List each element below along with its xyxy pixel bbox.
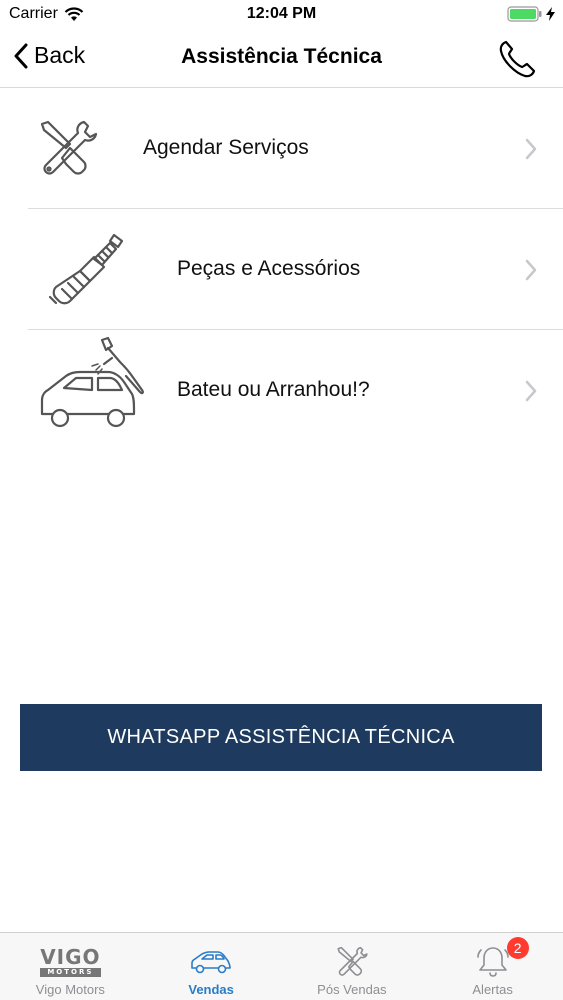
menu-item-label: Bateu ou Arranhou!?: [177, 378, 370, 401]
tab-alertas[interactable]: Alertas 2: [422, 933, 563, 1000]
tab-label: Alertas: [472, 982, 513, 997]
chevron-right-icon: [525, 138, 537, 159]
tab-vendas[interactable]: Vendas: [141, 933, 282, 1000]
whatsapp-button-label: WHATSAPP ASSISTÊNCIA TÉCNICA: [107, 726, 455, 748]
whatsapp-assistance-button[interactable]: WHATSAPP ASSISTÊNCIA TÉCNICA: [20, 704, 542, 771]
page-title: Assistência Técnica: [181, 45, 382, 68]
phone-button[interactable]: [497, 38, 539, 85]
bell-icon: [476, 947, 509, 977]
tab-label: Vigo Motors: [35, 982, 105, 997]
vigo-motors-logo: VIGO MOTORS: [40, 942, 101, 982]
navigation-bar: Back Assistência Técnica: [0, 30, 563, 88]
menu-item-bateu-arranhou[interactable]: Bateu ou Arranhou!?: [0, 330, 563, 451]
phone-icon: [499, 40, 536, 78]
chevron-right-icon: [525, 380, 537, 401]
screen: Carrier 12:04 PM Back Assistência Técnic…: [0, 0, 563, 1000]
menu-item-label: Peças e Acessórios: [177, 257, 361, 280]
alert-count-badge: 2: [506, 937, 529, 959]
tab-pos-vendas[interactable]: Pós Vendas: [282, 933, 423, 1000]
wrench-screwdriver-icon: [337, 946, 368, 976]
car-paint-icon: [40, 336, 144, 428]
logo-text: VIGO: [40, 944, 101, 969]
car-icon: [191, 951, 231, 974]
battery-indicator: [507, 6, 555, 22]
status-time: 12:04 PM: [246, 5, 317, 22]
tab-vigo-motors[interactable]: VIGO MOTORS Vigo Motors: [0, 933, 141, 1000]
logo-subtext: MOTORS: [40, 967, 101, 977]
service-menu-list: Agendar Serviços Peças e Acessórios Bate…: [0, 88, 563, 451]
tab-bar: VIGO MOTORS Vigo Motors Vendas Pós Venda…: [0, 932, 563, 1000]
tab-label: Pós Vendas: [317, 982, 387, 997]
tab-label: Vendas: [188, 982, 234, 997]
wrench-screwdriver-icon: [40, 120, 98, 175]
menu-item-pecas-acessorios[interactable]: Peças e Acessórios: [0, 209, 563, 330]
menu-item-agendar-servicos[interactable]: Agendar Serviços: [0, 88, 563, 209]
chevron-right-icon: [525, 259, 537, 280]
spark-plug-icon: [48, 233, 124, 305]
status-bar: Carrier 12:04 PM: [0, 0, 563, 30]
charging-bolt-icon: [546, 7, 555, 21]
battery-icon: [507, 6, 542, 22]
menu-item-label: Agendar Serviços: [143, 136, 309, 159]
